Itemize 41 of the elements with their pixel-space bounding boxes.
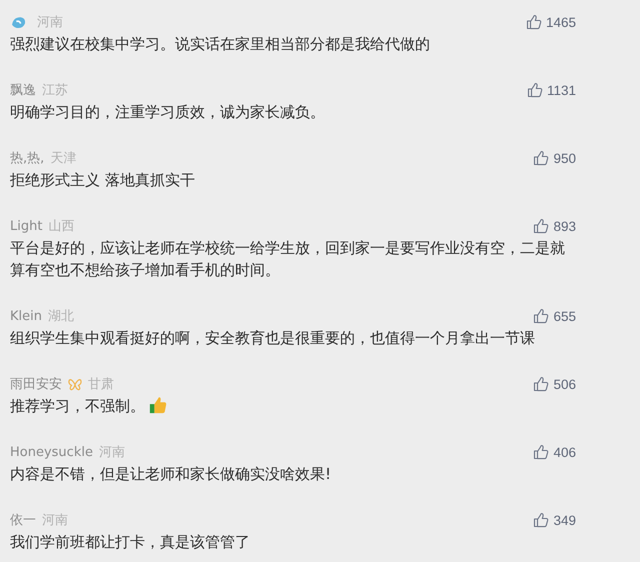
like-button[interactable]: 655 — [533, 308, 576, 324]
user-location: 湖北 — [48, 308, 74, 325]
like-button[interactable]: 893 — [533, 218, 576, 234]
comment-text: 内容是不错，但是让老师和家长做确实没啥效果! — [10, 465, 332, 483]
user-location: 河南 — [98, 444, 125, 461]
thumbs-up-emoji-icon — [149, 396, 167, 414]
user-name[interactable]: 依一 — [10, 511, 36, 529]
user-name[interactable]: Klein — [10, 308, 42, 324]
like-button[interactable]: 506 — [533, 376, 576, 392]
comment-text: 明确学习目的，注重学习质效，诚为家长减负。 — [10, 103, 325, 121]
like-button[interactable]: 1131 — [526, 82, 576, 98]
user-name[interactable]: 雨田安安 — [10, 375, 62, 393]
comment-text: 我们学前班都让打卡，真是该管管了 — [10, 533, 250, 551]
like-button[interactable]: 349 — [533, 512, 576, 528]
comment-text: 组织学生集中观看挺好的啊，安全教育也是很重要的，也值得一个月拿出一节课 — [10, 329, 535, 347]
butterfly-icon — [68, 378, 82, 390]
user-location: 山西 — [48, 218, 74, 235]
thumbs-up-icon — [526, 82, 543, 98]
like-button[interactable]: 406 — [533, 444, 576, 460]
user-location: 河南 — [37, 14, 63, 31]
user-name[interactable]: 飘逸 — [10, 81, 36, 99]
thumbs-up-icon — [533, 150, 550, 166]
thumbs-up-icon — [533, 376, 550, 392]
user-name[interactable]: Honeysuckle — [10, 444, 93, 460]
user-location: 江苏 — [42, 82, 68, 99]
comment-text: 拒绝形式主义 落地真抓实干 — [10, 171, 195, 189]
user-location: 甘肃 — [88, 376, 114, 393]
thumbs-up-icon — [533, 308, 550, 324]
thumbs-up-icon — [526, 14, 542, 30]
user-name[interactable]: Light — [10, 218, 42, 234]
like-button[interactable]: 950 — [533, 150, 576, 166]
thumbs-up-icon — [533, 218, 550, 234]
user-location: 天津 — [50, 150, 76, 167]
comment-text: 强烈建议在校集中学习。说实话在家里相当部分都是我给代做的 — [10, 35, 430, 53]
thumbs-up-icon — [533, 512, 550, 528]
thumbs-up-icon — [533, 444, 550, 460]
user-location: 河南 — [42, 512, 68, 529]
comment-text: 推荐学习，不强制。 — [10, 397, 145, 415]
user-name[interactable]: 热,热, — [10, 149, 44, 167]
comment-text: 平台是好的，应该让老师在学校统一给学生放，回到家一是要写作业没有空，二是就算有空也不想给孩子增加看手机的时间。 — [10, 239, 565, 279]
like-button[interactable]: 1465 — [526, 14, 576, 30]
